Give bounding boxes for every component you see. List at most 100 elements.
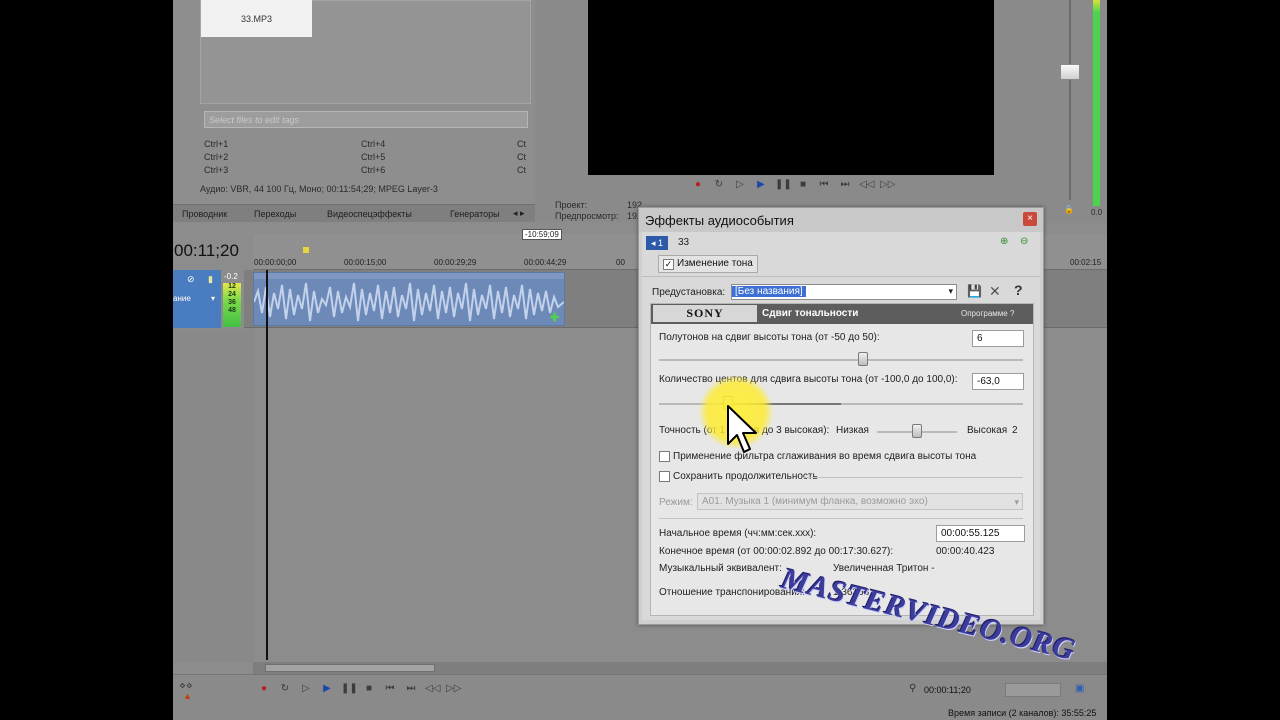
- go-to-end-icon[interactable]: ⏭: [404, 683, 418, 695]
- dialog-titlebar[interactable]: Эффекты аудиособытия ×: [639, 208, 1043, 232]
- mode-dropdown[interactable]: A01. Музыка 1 (минимум фланка, возможно …: [697, 493, 1023, 510]
- play-from-start-icon[interactable]: ▷: [299, 683, 313, 695]
- go-to-end-icon[interactable]: ⏭: [838, 179, 852, 191]
- start-time-input[interactable]: 00:00:55.125: [936, 525, 1025, 542]
- status-bar-text: Время записи (2 каналов): 35:55:25: [948, 708, 1097, 718]
- scrollbar-thumb[interactable]: [265, 664, 435, 672]
- window-tabs: Проводник Переходы Видеоспецэффекты Гене…: [173, 204, 535, 222]
- pause-icon[interactable]: ❚❚: [341, 683, 358, 695]
- plugin-enable-checkbox[interactable]: ✓: [663, 259, 674, 270]
- preset-value: [Без названия]: [732, 286, 806, 297]
- mute-icon[interactable]: ⊘: [187, 274, 195, 285]
- semitones-slider-thumb[interactable]: [857, 352, 868, 366]
- ruler-tick: 00:02:15: [1070, 258, 1102, 267]
- next-frame-icon[interactable]: ▷▷: [880, 179, 895, 191]
- plugin-item-label: Изменение тона: [677, 258, 753, 269]
- pause-icon[interactable]: ❚❚: [775, 179, 792, 191]
- stop-icon[interactable]: ■: [796, 179, 810, 191]
- go-to-start-icon[interactable]: ⏮: [817, 179, 831, 191]
- record-icon[interactable]: ●: [257, 683, 271, 695]
- play-icon[interactable]: ▶: [754, 179, 768, 191]
- zoom-field[interactable]: [1005, 683, 1061, 697]
- meter-tick: 24: [228, 291, 236, 298]
- chevron-down-icon: ▾: [948, 286, 953, 296]
- track-level: -0.2: [224, 272, 238, 281]
- track-meter-area: -0.2 12 24 36 48: [222, 270, 244, 328]
- audio-event[interactable]: ✚: [253, 272, 565, 326]
- ruler-tick: 00:00:00;00: [254, 258, 297, 267]
- master-fader[interactable]: [1060, 64, 1080, 80]
- tab-transitions[interactable]: Переходы: [254, 209, 296, 219]
- audio-info: Аудио: VBR, 44 100 Гц, Моно; 00:11:54;29…: [200, 184, 438, 194]
- master-mixer: 0.0 🔒: [1031, 0, 1107, 222]
- end-time-value: 00:00:40.423: [936, 546, 995, 557]
- event-fx-icon[interactable]: ✚: [550, 311, 559, 324]
- chain-number: 1: [658, 238, 664, 248]
- separator: [642, 276, 1040, 277]
- tab-explorer[interactable]: Проводник: [182, 209, 227, 219]
- settings-icon[interactable]: ▣: [1075, 683, 1084, 694]
- shortcut-label: Ctrl+1: [204, 139, 229, 149]
- separator: [803, 477, 1023, 478]
- loop-icon[interactable]: ↻: [278, 683, 292, 695]
- cents-input[interactable]: -63,0: [972, 373, 1024, 390]
- antialias-checkbox[interactable]: [659, 451, 670, 462]
- audio-track-header[interactable]: ⊘ ▮ ание ▾: [173, 270, 221, 328]
- ruler-marker: -10:59;09: [522, 229, 562, 240]
- playhead[interactable]: [266, 270, 268, 660]
- track-menu-icon[interactable]: ▾: [211, 294, 215, 303]
- mode-label: Режим:: [659, 497, 693, 508]
- preserve-duration-checkbox[interactable]: [659, 471, 670, 482]
- preview-video: [588, 0, 994, 175]
- semitones-slider-track[interactable]: [659, 359, 1023, 361]
- meter-value: 0.0: [1091, 208, 1103, 217]
- prev-frame-icon[interactable]: ◁◁: [425, 683, 440, 695]
- master-meter: [1093, 0, 1100, 206]
- project-label: Проект:: [555, 200, 588, 210]
- bottom-transport-bar: ⋄⋄ ▲ ● ↻ ▷ ▶ ❚❚ ■ ⏮ ⏭ ◁◁ ▷▷ ⚲ 00:00:11;2…: [173, 674, 1107, 720]
- shortcut-label: Ctrl+6: [361, 165, 386, 175]
- chain-toggle-button[interactable]: ◂ 1: [646, 236, 668, 250]
- preset-dropdown[interactable]: [Без названия] ▾: [731, 284, 957, 300]
- tab-generators[interactable]: Генераторы: [450, 209, 500, 219]
- stop-icon[interactable]: ■: [362, 683, 376, 695]
- loop-icon[interactable]: ↻: [712, 179, 726, 191]
- horizontal-scrollbar[interactable]: [253, 662, 1107, 674]
- tab-video-fx[interactable]: Видеоспецэффекты: [327, 209, 412, 219]
- play-icon[interactable]: ▶: [320, 683, 334, 695]
- plugin-chain-icon[interactable]: ⊕: [1000, 236, 1008, 247]
- close-button[interactable]: ×: [1023, 212, 1037, 226]
- marker-flag[interactable]: [303, 247, 309, 253]
- snap-icon[interactable]: ⚲: [909, 683, 916, 694]
- tab-scroll-icon[interactable]: ◂ ▸: [513, 208, 525, 219]
- help-button[interactable]: ?: [1014, 282, 1023, 298]
- play-from-start-icon[interactable]: ▷: [733, 179, 747, 191]
- save-preset-icon[interactable]: 💾: [967, 284, 982, 298]
- plugin-name: Сдвиг тональности: [762, 308, 859, 319]
- tags-input[interactable]: Select files to edit tags: [204, 111, 528, 128]
- prev-frame-icon[interactable]: ◁◁: [859, 179, 874, 191]
- accuracy-low-label: Низкая: [836, 425, 869, 436]
- ruler-tick: 00:00:29;29: [434, 258, 477, 267]
- preserve-duration-label: Сохранить продолжительность: [673, 471, 818, 482]
- lock-icon[interactable]: 🔒: [1064, 205, 1074, 214]
- file-tile[interactable]: 33.MP3: [201, 0, 312, 37]
- shortcut-label: Ctrl+4: [361, 139, 386, 149]
- delete-preset-icon[interactable]: ✕: [989, 283, 1001, 300]
- record-icon[interactable]: ●: [691, 179, 705, 191]
- about-link[interactable]: Опрограмме ?: [961, 309, 1014, 318]
- meter-tick: 48: [228, 307, 236, 314]
- go-to-start-icon[interactable]: ⏮: [383, 683, 397, 695]
- antialias-label: Применение фильтра сглаживания во время …: [673, 451, 977, 462]
- shortcut-label: Ct: [517, 139, 526, 149]
- next-frame-icon[interactable]: ▷▷: [446, 683, 461, 695]
- warning-icon: ▲: [183, 691, 192, 701]
- remove-plugin-icon[interactable]: ⊖: [1020, 236, 1028, 247]
- chain-name: 33: [678, 237, 690, 248]
- file-name: 33.MP3: [240, 14, 273, 24]
- fx-icon[interactable]: ▮: [208, 274, 213, 285]
- separator: [659, 518, 1023, 519]
- accuracy-slider-thumb[interactable]: [912, 424, 922, 438]
- plugin-chain-item[interactable]: ✓ Изменение тона: [658, 255, 758, 273]
- semitones-input[interactable]: 6: [972, 330, 1024, 347]
